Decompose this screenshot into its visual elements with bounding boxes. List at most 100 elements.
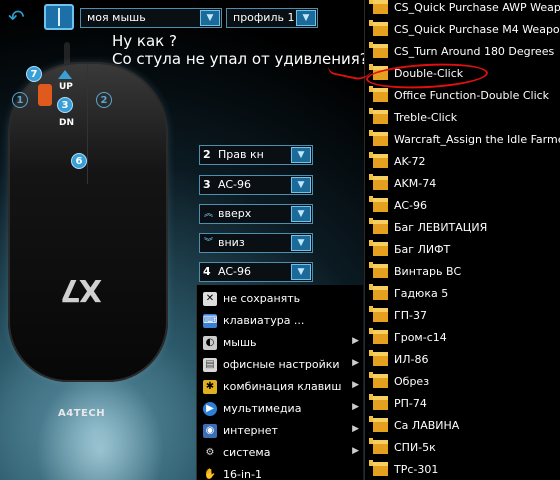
clapperboard-icon [369, 218, 388, 234]
list-item[interactable]: Баг ЛИФТ [365, 239, 560, 261]
clapperboard-icon [369, 108, 388, 124]
menu-item-multimedia[interactable]: ▶ мультимедиа ▶ [197, 398, 363, 420]
list-item[interactable]: СПИ-5к [365, 437, 560, 459]
multimedia-icon: ▶ [203, 402, 217, 416]
chevron-down-icon[interactable]: ▼ [296, 10, 316, 26]
menu-item-keyboard[interactable]: ⌨ клавиатура ... [197, 310, 363, 332]
menu-item-internet[interactable]: ◉ интернет ▶ [197, 420, 363, 442]
up-label[interactable]: UP [59, 82, 73, 92]
chevron-down-icon[interactable]: ▼ [291, 206, 311, 222]
clapperboard-icon [369, 262, 388, 278]
menu-item-no-save[interactable]: ✕ не сохранять [197, 288, 363, 310]
list-item[interactable]: CS_Quick Purchase AWP Weapons [365, 0, 560, 19]
menu-item-label: система [223, 446, 271, 459]
list-item[interactable]: Са ЛАВИНА [365, 415, 560, 437]
clapperboard-icon [369, 372, 388, 388]
list-item-label: Са ЛАВИНА [394, 419, 460, 432]
hand-icon: ✋ [203, 468, 217, 480]
double-arrow-down-icon: ︾ [204, 238, 214, 248]
list-item-label: Баг ЛЕВИТАЦИЯ [394, 221, 488, 234]
action-menu: ✕ не сохранять ⌨ клавиатура ... ◐ мышь ▶… [196, 285, 363, 480]
list-item[interactable]: CS_Turn Around 180 Degrees [365, 41, 560, 63]
list-item-label: Баг ЛИФТ [394, 243, 451, 256]
submenu-arrow-icon: ▶ [352, 424, 359, 434]
button-7-marker[interactable]: 7 [26, 66, 42, 82]
curved-arrow-icon[interactable]: ↶ [8, 6, 42, 28]
list-item-label: Office Function-Double Click [394, 89, 550, 102]
menu-item-label: комбинация клавиш [223, 380, 342, 393]
list-item[interactable]: Обрез [365, 371, 560, 393]
list-item-label: CS_Quick Purchase AWP Weapons [394, 1, 560, 14]
menu-item-16in1[interactable]: ✋ 16-in-1 [197, 464, 363, 480]
clapperboard-icon [369, 130, 388, 146]
button-3-marker[interactable]: 3 [57, 97, 73, 113]
book-icon[interactable] [44, 4, 74, 30]
double-arrow-up-icon: ︽ [204, 209, 214, 219]
submenu-arrow-icon: ▶ [352, 402, 359, 412]
menu-item-system[interactable]: ⚙ система ▶ [197, 442, 363, 464]
menu-item-label: не сохранять [223, 292, 301, 305]
assign-button-3[interactable]: 3 AC-96 ▼ [199, 175, 313, 195]
list-item[interactable]: AKM-74 [365, 173, 560, 195]
chevron-down-icon[interactable]: ▼ [200, 10, 220, 26]
list-item[interactable]: ГП-37 [365, 305, 560, 327]
menu-item-mouse[interactable]: ◐ мышь ▶ [197, 332, 363, 354]
key-combo-icon: ✱ [203, 380, 217, 394]
list-item[interactable]: Warcraft_Assign the Idle Farmers [365, 129, 560, 151]
list-item-label: AK-72 [394, 155, 426, 168]
app-window: ↶ моя мышь ▼ профиль 1 ▼ Ну как ? Со сту… [0, 0, 560, 480]
button-2-marker[interactable]: 2 [96, 92, 112, 108]
list-item[interactable]: Винтарь ВС [365, 261, 560, 283]
list-item-label: Гром-с14 [394, 331, 447, 344]
mouse-select[interactable]: моя мышь ▼ [80, 8, 222, 28]
clapperboard-icon [369, 284, 388, 300]
office-icon: ▤ [203, 358, 217, 372]
assign-button-2[interactable]: 2 Прав кн ▼ [199, 145, 313, 165]
button-6-marker[interactable]: 6 [71, 153, 87, 169]
assign-value: AC-96 [218, 265, 251, 278]
menu-item-key-combo[interactable]: ✱ комбинация клавиш ▶ [197, 376, 363, 398]
mouse-image: X7 A4TECH [8, 62, 168, 419]
profile-select-value: профиль 1 [233, 11, 295, 24]
list-item[interactable]: Office Function-Double Click [365, 85, 560, 107]
assign-scroll-down[interactable]: ︾ вниз ▼ [199, 233, 313, 253]
clapperboard-icon [369, 0, 388, 14]
assign-number: 3 [203, 178, 211, 191]
assign-scroll-up[interactable]: ︽ вверх ▼ [199, 204, 313, 224]
list-item[interactable]: AK-72 [365, 151, 560, 173]
mouse-split-line [87, 64, 88, 184]
chevron-down-icon[interactable]: ▼ [291, 147, 311, 163]
list-item[interactable]: Treble-Click [365, 107, 560, 129]
clapperboard-icon [369, 152, 388, 168]
list-item-label: ИЛ-86 [394, 353, 429, 366]
profile-select[interactable]: профиль 1 ▼ [226, 8, 318, 28]
list-item[interactable]: Баг ЛЕВИТАЦИЯ [365, 217, 560, 239]
list-item-label: Винтарь ВС [394, 265, 462, 278]
keyboard-icon: ⌨ [203, 314, 218, 328]
list-item-label: Обрез [394, 375, 430, 388]
clapperboard-icon [369, 328, 388, 344]
list-item[interactable]: AC-96 [365, 195, 560, 217]
menu-item-office[interactable]: ▤ офисные настройки ▶ [197, 354, 363, 376]
submenu-arrow-icon: ▶ [352, 336, 359, 346]
chevron-down-icon[interactable]: ▼ [291, 177, 311, 193]
list-item[interactable]: TPc-301 [365, 459, 560, 480]
button-1-marker[interactable]: 1 [12, 92, 28, 108]
list-item-label: AC-96 [394, 199, 427, 212]
list-item[interactable]: CS_Quick Purchase M4 Weapons (C [365, 19, 560, 41]
list-item[interactable]: Гром-с14 [365, 327, 560, 349]
assign-button-4[interactable]: 4 AC-96 ▼ [199, 262, 313, 282]
dn-label[interactable]: DN [59, 118, 74, 128]
list-item[interactable]: ИЛ-86 [365, 349, 560, 371]
clapperboard-icon [369, 460, 388, 476]
menu-item-label: 16-in-1 [223, 468, 262, 480]
chevron-down-icon[interactable]: ▼ [291, 235, 311, 251]
menu-item-label: интернет [223, 424, 278, 437]
clapperboard-icon [369, 42, 388, 58]
assign-value: AC-96 [218, 178, 251, 191]
list-item-label: ГП-37 [394, 309, 427, 322]
list-item-label: CS_Quick Purchase M4 Weapons (C [394, 23, 560, 36]
list-item[interactable]: РП-74 [365, 393, 560, 415]
chevron-down-icon[interactable]: ▼ [291, 264, 311, 280]
list-item[interactable]: Гадюка 5 [365, 283, 560, 305]
